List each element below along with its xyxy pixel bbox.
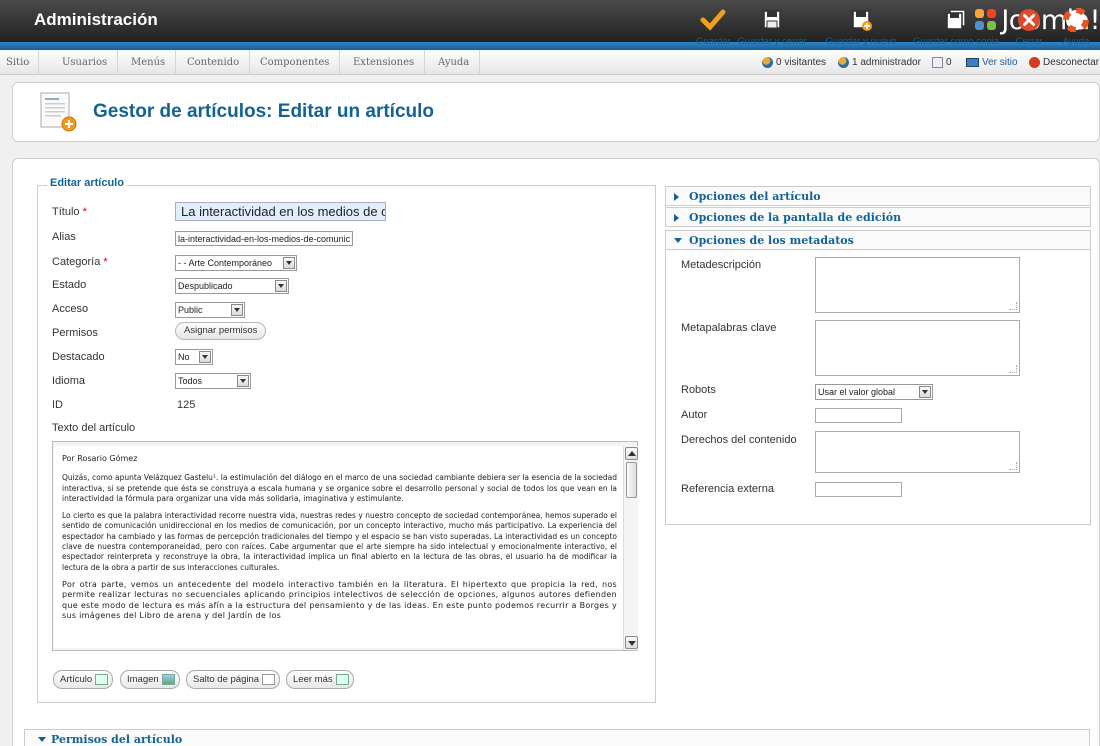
fieldset-legend: Editar artículo <box>47 177 127 189</box>
rights-label: Derechos del contenido <box>681 434 797 446</box>
toolbar-box: Gestor de artículos: Editar un artículo <box>12 82 1100 142</box>
edit-screen-options-panel[interactable]: Opciones de la pantalla de edición <box>665 207 1091 227</box>
rights-textarea[interactable] <box>815 431 1020 473</box>
access-select[interactable]: Public <box>175 302 245 318</box>
robots-label: Robots <box>681 384 716 396</box>
access-label: Acceso <box>52 303 89 315</box>
checkmark-icon <box>700 8 726 32</box>
author-input[interactable] <box>815 408 902 423</box>
scroll-down-icon[interactable] <box>625 636 638 649</box>
menu-componentes[interactable]: Componentes <box>250 50 341 75</box>
close-icon <box>1016 8 1042 32</box>
article-text-editor[interactable]: Por Rosario Gómez Quizás, como apunta Ve… <box>54 446 623 648</box>
editor-paragraph-2: Lo cierto es que la palabra interactivid… <box>62 511 617 572</box>
screen-icon <box>966 58 979 67</box>
metakeys-label: Metapalabras clave <box>681 322 777 334</box>
floppy-icon <box>759 8 785 32</box>
alias-input[interactable]: la-interactividad-en-los-medios-de-comun… <box>175 231 353 246</box>
menu-sitio[interactable]: Sitio <box>0 50 40 75</box>
featured-select[interactable]: No <box>175 349 213 365</box>
insert-article-button[interactable]: Artículo <box>53 670 114 689</box>
close-button[interactable]: Cerrar <box>1012 8 1046 54</box>
featured-label: Destacado <box>52 351 105 363</box>
xreference-input[interactable] <box>815 482 902 497</box>
article-icon <box>95 674 109 685</box>
menu-extensiones[interactable]: Extensiones <box>343 50 426 75</box>
triangle-down-icon <box>38 737 46 742</box>
article-permissions-panel[interactable]: Permisos del artículo <box>24 729 1090 746</box>
resize-grip-icon <box>1009 462 1017 470</box>
menu-contenido[interactable]: Contenido <box>177 50 251 75</box>
save-close-button[interactable]: Guardar y cerrar <box>733 8 811 54</box>
assign-permissions-button[interactable]: Asignar permisos <box>175 322 267 340</box>
metadesc-label: Metadescripción <box>681 259 762 271</box>
scroll-thumb[interactable] <box>626 462 637 498</box>
metadata-options-panel[interactable]: Opciones de los metadatos <box>665 230 1091 250</box>
save-button[interactable]: Guardar <box>696 8 731 54</box>
triangle-right-icon <box>674 193 679 201</box>
floppy-new-icon <box>848 8 874 32</box>
admin-user-icon <box>838 57 849 68</box>
menu-menus[interactable]: Menús <box>121 50 177 75</box>
insert-image-button[interactable]: Imagen <box>120 670 180 689</box>
permissions-label: Permisos <box>52 327 98 339</box>
article-options-panel[interactable]: Opciones del artículo <box>665 186 1091 206</box>
chevron-down-icon <box>283 257 295 269</box>
users-icon <box>762 57 773 68</box>
robots-select[interactable]: Usar el valor global <box>815 384 933 400</box>
state-select[interactable]: Despublicado <box>175 278 289 294</box>
pagebreak-icon <box>262 674 276 685</box>
language-select[interactable]: Todos <box>175 373 251 389</box>
resize-grip-icon <box>1009 365 1017 373</box>
language-label: Idioma <box>52 375 86 387</box>
chevron-down-icon <box>919 386 931 398</box>
triangle-right-icon <box>674 214 679 222</box>
readmore-icon <box>335 674 349 685</box>
chevron-down-icon <box>237 375 249 387</box>
chevron-down-icon <box>231 304 243 316</box>
alias-label: Alias <box>52 231 76 243</box>
page-title: Gestor de artículos: Editar un artículo <box>93 101 435 122</box>
pagebreak-button[interactable]: Salto de página <box>186 670 281 689</box>
article-edit-icon <box>39 91 79 133</box>
chevron-down-icon <box>199 351 211 363</box>
xreference-label: Referencia externa <box>681 483 774 495</box>
id-value: 125 <box>177 399 196 411</box>
metakeys-textarea[interactable] <box>815 320 1020 376</box>
editor-paragraph-1: Quizás, como apunta Velázquez Gastelu¹. … <box>62 473 617 503</box>
triangle-down-icon <box>674 238 682 243</box>
floppy-copy-icon <box>943 8 969 32</box>
editor-scrollbar[interactable] <box>623 446 638 650</box>
menu-usuarios[interactable]: Usuarios <box>52 50 119 75</box>
id-label: ID <box>52 399 63 411</box>
image-icon <box>161 674 175 685</box>
menu-ayuda[interactable]: Ayuda <box>428 50 481 75</box>
lifebuoy-icon <box>1063 7 1089 33</box>
author-label: Autor <box>681 409 708 421</box>
readmore-button[interactable]: Leer más <box>286 670 354 689</box>
save-new-button[interactable]: Guardar y nuevo <box>822 8 900 54</box>
editor-author: Por Rosario Gómez <box>62 454 138 463</box>
save-copy-button[interactable]: Guardar como copia <box>910 8 1002 54</box>
help-button[interactable]: Ayuda <box>1058 7 1094 54</box>
metadesc-textarea[interactable] <box>815 257 1020 313</box>
scroll-up-icon[interactable] <box>625 447 638 460</box>
article-text-label: Texto del artículo <box>52 422 136 434</box>
editor-paragraph-3: Por otra parte, vemos un antecedente del… <box>62 579 617 620</box>
chevron-down-icon <box>275 280 287 292</box>
mail-icon <box>932 57 943 68</box>
title-label: Título * <box>52 206 87 218</box>
category-label: Categoría * <box>52 256 108 268</box>
category-select[interactable]: - - Arte Contemporáneo <box>175 255 297 271</box>
title-input[interactable]: La interactividad en los medios de c <box>175 202 386 221</box>
resize-grip-icon <box>1009 302 1017 310</box>
logout-icon <box>1029 57 1040 68</box>
state-label: Estado <box>52 279 87 291</box>
admin-title: Administración <box>34 10 158 29</box>
